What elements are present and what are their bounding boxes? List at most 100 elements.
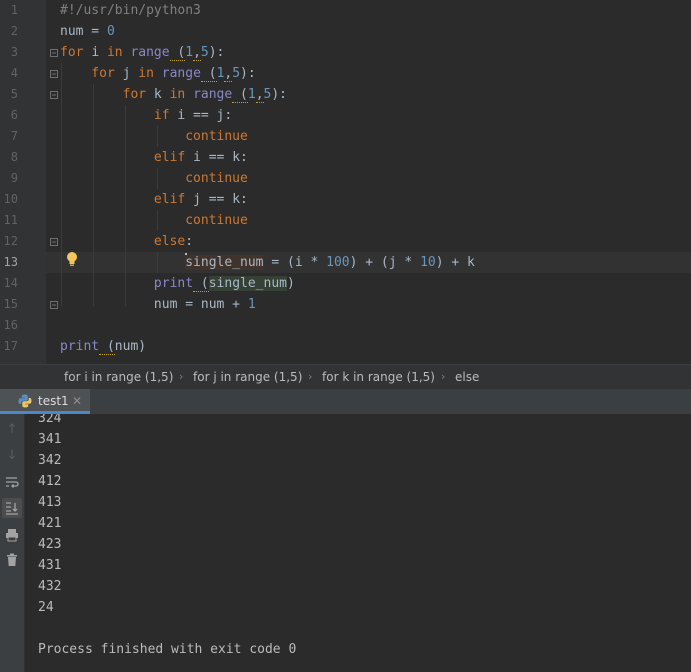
code-token: num = [60,24,107,39]
line-number[interactable]: 6 [0,105,18,126]
line-number[interactable]: 5 [0,84,18,105]
line-number[interactable]: 2 [0,21,18,42]
code-line[interactable]: else: [60,231,193,252]
code-token: num) [114,339,147,354]
code-token: for [60,66,123,81]
console-output-line: Process finished with exit code 0 [38,642,297,657]
up-arrow-icon[interactable]: ↑ [2,420,22,440]
fold-marker-icon[interactable] [50,49,58,57]
code-token: ): [208,45,225,60]
line-number[interactable]: 16 [0,315,18,336]
breadcrumb-item[interactable]: for k in range (1,5) [322,365,435,389]
line-number[interactable]: 14 [0,273,18,294]
code-line[interactable]: for k in range (1,5): [60,84,287,105]
code-line[interactable]: print (single_num) [60,273,295,294]
breadcrumb-item[interactable]: for i in range (1,5) [64,365,173,389]
console-output-line: 341 [38,432,62,447]
code-token: 5 [232,66,241,81]
python-icon [18,394,32,408]
code-line[interactable]: continue [60,210,248,231]
code-token: single_num [185,255,264,270]
code-token: 0 [106,24,115,39]
breadcrumb-item[interactable]: for j in range (1,5) [193,365,302,389]
code-token: in [106,45,131,60]
console-output-line: 421 [38,516,62,531]
line-number[interactable]: 7 [0,126,18,147]
scroll-to-end-icon[interactable] [2,498,22,518]
line-number[interactable]: 4 [0,63,18,84]
code-line[interactable]: num = num + 1 [60,294,256,315]
code-token: 100 [326,255,350,270]
console-output-line: 413 [38,495,62,510]
run-tab-label: test1 [38,394,69,408]
code-token: if [60,108,178,123]
chevron-right-icon: › [441,370,446,383]
code-line[interactable]: continue [60,168,248,189]
code-token: single_num [208,276,287,291]
lightbulb-icon[interactable] [66,251,78,267]
run-tab[interactable]: test1 ✕ [0,389,90,414]
code-line[interactable]: for j in range (1,5): [60,63,256,84]
code-token: ( [99,339,115,355]
code-token: j == k: [193,192,248,207]
code-token: print [60,339,100,354]
console-output[interactable]: 324 341 342 412 413 421 423 431 432 24 Process fin… [25,414,691,672]
fold-marker-icon[interactable] [50,301,58,309]
code-token: , [193,45,201,61]
code-token: for [60,45,92,60]
breadcrumb: for i in range (1,5) › for j in range (1… [0,364,691,390]
code-token: 1 [185,45,194,60]
line-number[interactable]: 12 [0,231,18,252]
line-number[interactable]: 8 [0,147,18,168]
run-tool-window-header: test1 ✕ [0,389,691,415]
line-number[interactable]: 10 [0,189,18,210]
run-toolbar: ↑ ↓ [0,414,25,672]
line-number[interactable]: 13 [0,252,18,273]
line-number[interactable]: 17 [0,336,18,357]
line-number[interactable]: 15 [0,294,18,315]
code-token: in [169,87,194,102]
breadcrumb-item[interactable]: else [455,365,479,389]
soft-wrap-icon[interactable] [2,473,22,493]
print-icon[interactable] [2,525,22,545]
code-token: ( [169,45,186,61]
trash-icon[interactable] [2,550,22,570]
code-token: ( [232,87,248,103]
line-number-gutter[interactable]: 1 2 3 4 5 6 7 8 9 10 11 12 13 14 15 16 17 [0,0,46,364]
line-number[interactable]: 3 [0,42,18,63]
console-output-line: 431 [38,558,62,573]
fold-marker-icon[interactable] [50,238,58,246]
down-arrow-icon[interactable]: ↓ [2,446,22,466]
console-output-line: 423 [38,537,62,552]
console-output-line: 24 [38,600,54,615]
console-output-line: 432 [38,579,62,594]
code-line[interactable]: single_num = (i * 100) + (j * 10) + k [60,252,475,273]
code-token: i == j: [177,108,233,123]
code-token: i == k: [193,150,248,165]
code-token: i [91,45,107,60]
code-token: continue [60,213,248,228]
code-line[interactable]: for i in range (1,5): [60,42,224,63]
fold-marker-icon[interactable] [50,91,58,99]
close-icon[interactable]: ✕ [72,389,82,413]
code-editor[interactable]: 1 2 3 4 5 6 7 8 9 10 11 12 13 14 15 16 17 #!/usr/bin/pyt… [0,0,691,364]
code-token: 1 [247,297,256,312]
code-line[interactable]: continue [60,126,248,147]
code-token: range [193,87,233,102]
line-number[interactable]: 1 [0,0,18,21]
code-token: for [60,87,154,102]
code-token: j [122,66,139,81]
code-token: ) + k [435,255,475,270]
code-line[interactable]: elif i == k: [60,147,248,168]
code-line[interactable]: num = 0 [60,21,115,42]
code-token: else [60,234,186,249]
fold-marker-icon[interactable] [50,70,58,78]
code-line[interactable]: if i == j: [60,105,232,126]
code-token: continue [60,129,248,144]
code-line[interactable]: elif j == k: [60,189,248,210]
chevron-right-icon: › [308,370,313,383]
line-number[interactable]: 9 [0,168,18,189]
code-line[interactable]: print (num) [60,336,146,357]
line-number[interactable]: 11 [0,210,18,231]
code-line[interactable]: #!/usr/bin/python3 [60,0,201,21]
